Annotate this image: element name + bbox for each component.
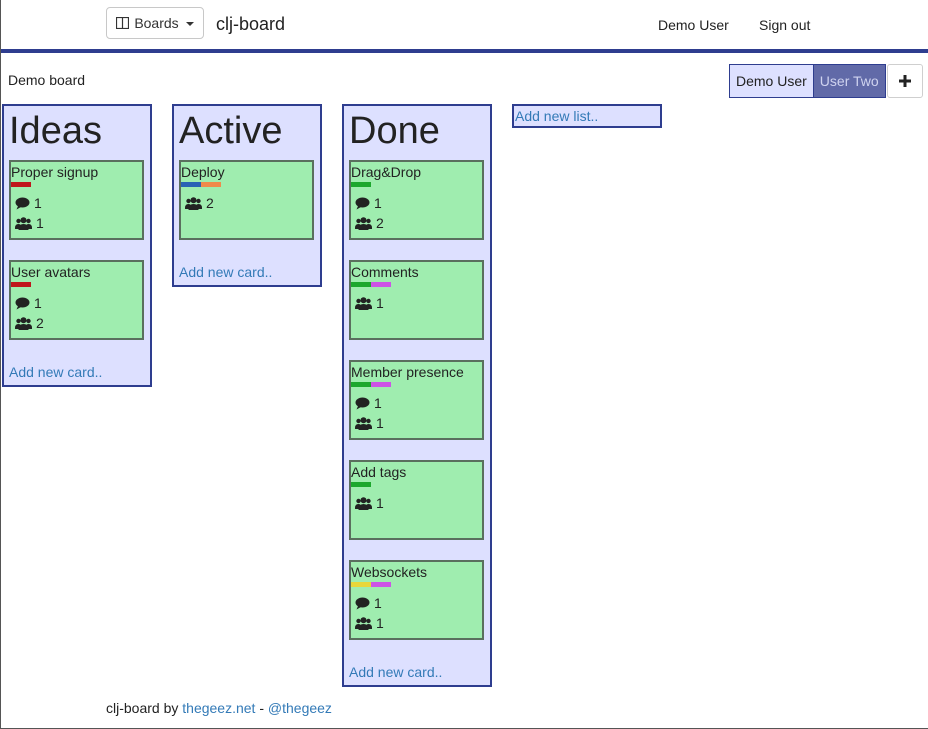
members-count: 1: [355, 295, 384, 311]
members-count: 1: [355, 495, 384, 511]
footer-separator: -: [259, 700, 264, 716]
comment-icon: [15, 297, 30, 310]
card-tags: [351, 182, 371, 187]
members-count: 1: [355, 415, 384, 431]
card-title: Deploy: [181, 164, 225, 180]
users-icon: [15, 216, 32, 230]
list-title: Ideas: [9, 110, 102, 152]
columns-icon: [116, 17, 130, 29]
users-icon: [355, 296, 372, 310]
twitter-link[interactable]: @thegeez: [268, 700, 332, 716]
list-active: Active Deploy 2 Add new card..: [172, 104, 322, 287]
card-comments[interactable]: Comments 1: [349, 260, 484, 340]
tag-blue: [181, 182, 201, 187]
signout-link[interactable]: Sign out: [759, 17, 810, 33]
card-title: Member presence: [351, 364, 464, 380]
tag-purple: [371, 382, 391, 387]
card-title: Comments: [351, 264, 419, 280]
site-link[interactable]: thegeez.net: [182, 700, 255, 716]
users-icon: [355, 616, 372, 630]
tag-red: [11, 182, 31, 187]
comments-count: 1: [355, 195, 382, 211]
list-title: Active: [179, 110, 283, 152]
card-title: Drag&Drop: [351, 164, 422, 180]
card-tags: [11, 182, 31, 187]
boards-dropdown-button[interactable]: Boards: [106, 7, 204, 39]
card-websockets[interactable]: Websockets 1 1: [349, 560, 484, 640]
plus-icon: [898, 75, 911, 87]
members-count: 1: [355, 615, 384, 631]
add-card-link[interactable]: Add new card..: [9, 364, 102, 380]
card-tags: [351, 482, 371, 487]
list-ideas: Ideas Proper signup 1 1 User avatars 1 2…: [2, 104, 152, 387]
card-add-tags[interactable]: Add tags 1: [349, 460, 484, 540]
tag-green: [351, 482, 371, 487]
card-title: User avatars: [11, 264, 91, 280]
user-link[interactable]: Demo User: [658, 17, 729, 33]
card-user-avatars[interactable]: User avatars 1 2: [9, 260, 144, 340]
tag-purple: [371, 282, 391, 287]
comment-icon: [355, 197, 370, 210]
list-title: Done: [349, 110, 440, 152]
member-demo-user[interactable]: Demo User: [729, 64, 814, 98]
board-members: Demo User User Two: [729, 64, 923, 98]
brand-title[interactable]: clj-board: [216, 14, 285, 35]
add-member-button[interactable]: [886, 64, 923, 98]
comment-icon: [355, 397, 370, 410]
card-drag-drop[interactable]: Drag&Drop 1 2: [349, 160, 484, 240]
members-count: 2: [355, 215, 384, 231]
member-user-two[interactable]: User Two: [813, 64, 886, 98]
comment-icon: [15, 197, 30, 210]
card-tags: [351, 382, 391, 387]
list-done: Done Drag&Drop 1 2 Comments 1 Member pre…: [342, 104, 492, 687]
tag-red: [11, 282, 31, 287]
card-title: Proper signup: [11, 164, 99, 180]
navbar: Boards clj-board Demo User Sign out: [1, 0, 928, 50]
card-tags: [351, 582, 391, 587]
members-count: 2: [15, 315, 44, 331]
comment-icon: [355, 597, 370, 610]
members-count: 1: [15, 215, 44, 231]
card-deploy[interactable]: Deploy 2: [179, 160, 314, 240]
users-icon: [15, 316, 32, 330]
users-icon: [355, 216, 372, 230]
card-tags: [11, 282, 31, 287]
navbar-divider: [1, 49, 928, 53]
comments-count: 1: [355, 595, 382, 611]
members-count: 2: [185, 195, 214, 211]
add-card-link[interactable]: Add new card..: [349, 664, 442, 680]
tag-purple: [371, 582, 391, 587]
caret-down-icon: [185, 22, 194, 26]
add-card-link[interactable]: Add new card..: [179, 264, 272, 280]
card-tags: [351, 282, 391, 287]
users-icon: [355, 416, 372, 430]
users-icon: [185, 196, 202, 210]
card-tags: [181, 182, 221, 187]
tag-orange: [201, 182, 221, 187]
footer: clj-board by thegeez.net - @thegeez: [106, 700, 332, 716]
tag-green: [351, 282, 371, 287]
tag-green: [351, 382, 371, 387]
add-list-button[interactable]: Add new list..: [512, 104, 662, 128]
card-proper-signup[interactable]: Proper signup 1 1: [9, 160, 144, 240]
footer-prefix: clj-board by: [106, 700, 179, 716]
comments-count: 1: [15, 195, 42, 211]
comments-count: 1: [355, 395, 382, 411]
tag-yellow: [351, 582, 371, 587]
card-title: Add tags: [351, 464, 407, 480]
tag-green: [351, 182, 371, 187]
users-icon: [355, 496, 372, 510]
boards-label: Boards: [134, 15, 179, 31]
board-title: Demo board: [8, 72, 86, 88]
comments-count: 1: [15, 295, 42, 311]
card-member-presence[interactable]: Member presence 1 1: [349, 360, 484, 440]
card-title: Websockets: [351, 564, 427, 580]
